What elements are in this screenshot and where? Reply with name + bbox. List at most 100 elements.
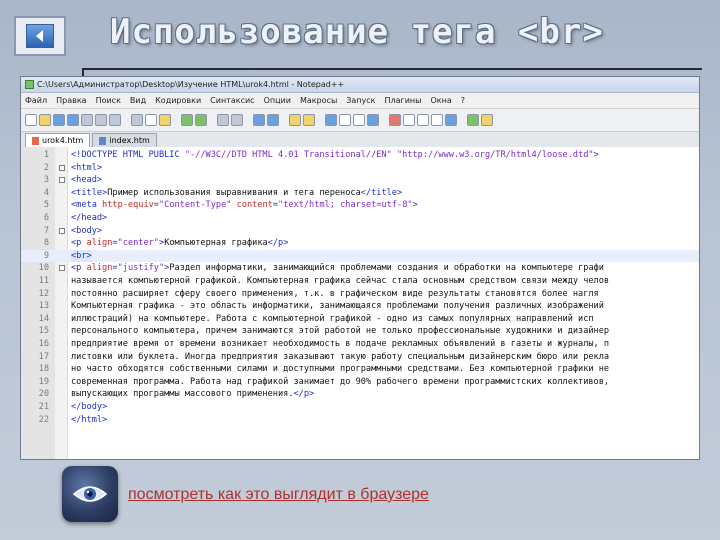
line-number: 21 <box>38 402 49 412</box>
save-macro-icon[interactable] <box>445 114 457 126</box>
tab-label: index.htm <box>109 136 150 145</box>
code-line: 22 </html> <box>21 414 699 427</box>
code-text: называется компьютерной графикой. Компью… <box>71 276 610 286</box>
line-number: 15 <box>38 326 49 337</box>
line-number: 5 <box>43 200 49 211</box>
word-wrap-icon[interactable] <box>325 114 337 126</box>
back-button[interactable] <box>14 16 66 56</box>
indent-guide-icon[interactable] <box>353 114 365 126</box>
spell-check-icon[interactable] <box>467 114 479 126</box>
code-text: <!DOCTYPE HTML PUBLIC "-//W3C//DTD HTML … <box>71 150 599 160</box>
tab-file[interactable]: urok4.htm <box>25 133 91 148</box>
toolbar <box>21 109 699 132</box>
show-all-chars-icon[interactable] <box>339 114 351 126</box>
code-text: </body> <box>71 402 108 412</box>
sync-vertical-icon[interactable] <box>289 114 301 126</box>
line-number: 18 <box>38 364 49 375</box>
horizontal-divider <box>82 68 702 70</box>
slide-title: Использование тега <br> <box>110 12 604 52</box>
menu-item[interactable]: Синтаксис <box>210 96 254 105</box>
replace-icon[interactable] <box>231 114 243 126</box>
line-number: 12 <box>38 288 49 299</box>
stop-record-icon[interactable] <box>403 114 415 126</box>
paste-icon[interactable] <box>159 114 171 126</box>
find-icon[interactable] <box>217 114 229 126</box>
open-file-icon[interactable] <box>39 114 51 126</box>
new-file-icon[interactable] <box>25 114 37 126</box>
code-text: <br> <box>71 249 92 263</box>
menu-item[interactable]: Правка <box>56 96 86 105</box>
fold-toggle-icon[interactable] <box>59 177 65 184</box>
eye-icon <box>72 486 108 502</box>
code-text: <head> <box>71 175 103 186</box>
fold-toggle-icon[interactable] <box>59 164 65 171</box>
code-line: 16 предприятие время от времени возникает… <box>21 338 699 351</box>
menu-item[interactable]: Окна <box>430 96 451 105</box>
file-icon <box>99 137 107 145</box>
view-in-browser-link[interactable]: посмотреть как это выглядит в браузере <box>128 486 429 504</box>
code-line: 6 </head> <box>21 212 699 225</box>
code-text: <meta http-equiv="Content-Type" content=… <box>71 200 418 211</box>
code-text: </html> <box>71 414 108 425</box>
launch-browser-icon[interactable] <box>481 114 493 126</box>
record-macro-icon[interactable] <box>389 114 401 126</box>
line-number: 17 <box>38 351 49 362</box>
line-number: 3 <box>43 175 49 186</box>
code-line: 11 называется компьютерной графикой. Комп… <box>21 275 699 288</box>
close-all-icon[interactable] <box>95 114 107 126</box>
menu-item[interactable]: Плагины <box>385 96 422 105</box>
undo-icon[interactable] <box>181 114 193 126</box>
menu-item[interactable]: ? <box>461 96 465 105</box>
fold-toggle-icon[interactable] <box>59 265 65 272</box>
fold-toggle-icon[interactable] <box>59 227 65 234</box>
menu-item[interactable]: Макросы <box>300 96 337 105</box>
code-text: <title>Пример использования выравнивания… <box>71 187 403 198</box>
menu-item[interactable]: Опции <box>264 96 291 105</box>
window-title: C:\Users\Администратор\Desktop\Изучение … <box>37 80 345 89</box>
code-editor[interactable]: 1 <!DOCTYPE HTML PUBLIC "-//W3C//DTD HTML… <box>21 147 699 459</box>
tab-file[interactable]: index.htm <box>92 133 157 148</box>
code-line: 19 современная программа. Работа над граф… <box>21 376 699 389</box>
save-all-icon[interactable] <box>67 114 79 126</box>
playback-icon[interactable] <box>417 114 429 126</box>
line-number: 22 <box>38 414 49 425</box>
print-icon[interactable] <box>109 114 121 126</box>
line-number: 6 <box>43 213 49 223</box>
user-language-icon[interactable] <box>367 114 379 126</box>
app-icon <box>25 80 34 89</box>
code-text: выпускающих программы массового применен… <box>71 389 315 400</box>
code-text: Компьютерная графика - это область инфор… <box>71 301 604 312</box>
redo-icon[interactable] <box>195 114 207 126</box>
code-line: 8 <p align="center">Компьютерная графика<… <box>21 237 699 250</box>
line-number: 13 <box>38 301 49 312</box>
cut-icon[interactable] <box>131 114 143 126</box>
window-titlebar: C:\Users\Администратор\Desktop\Изучение … <box>21 77 699 93</box>
zoom-out-icon[interactable] <box>267 114 279 126</box>
code-text: но часто обходятся собственными силами и… <box>71 364 610 375</box>
code-line: 14 иллюстраций) на компьютере. Работа с к… <box>21 313 699 326</box>
code-line: 1 <!DOCTYPE HTML PUBLIC "-//W3C//DTD HTML… <box>21 149 699 162</box>
sync-horizontal-icon[interactable] <box>303 114 315 126</box>
tab-label: urok4.htm <box>42 136 84 145</box>
line-number: 1 <box>43 150 49 160</box>
save-icon[interactable] <box>53 114 65 126</box>
code-text: персонального компьютера, причем занимаю… <box>71 326 610 337</box>
code-line: 12 постоянно расширяет сферу своего приме… <box>21 288 699 301</box>
menu-item[interactable]: Поиск <box>96 96 121 105</box>
menu-item[interactable]: Вид <box>130 96 146 105</box>
line-number: 8 <box>43 238 49 249</box>
code-text: иллюстраций) на компьютере. Работа с ком… <box>71 313 594 324</box>
code-text: предприятие время от времени возникает н… <box>71 339 610 349</box>
view-in-browser-button[interactable] <box>62 466 118 522</box>
notepad-window: C:\Users\Администратор\Desktop\Изучение … <box>20 76 700 460</box>
close-icon[interactable] <box>81 114 93 126</box>
menu-item[interactable]: Файл <box>25 96 47 105</box>
line-number: 16 <box>38 339 49 349</box>
menu-item[interactable]: Кодировки <box>155 96 201 105</box>
code-line: 20 выпускающих программы массового примен… <box>21 388 699 401</box>
code-line: 13 Компьютерная графика - это область инф… <box>21 300 699 313</box>
menu-item[interactable]: Запуск <box>346 96 375 105</box>
copy-icon[interactable] <box>145 114 157 126</box>
zoom-in-icon[interactable] <box>253 114 265 126</box>
run-macro-multiple-icon[interactable] <box>431 114 443 126</box>
